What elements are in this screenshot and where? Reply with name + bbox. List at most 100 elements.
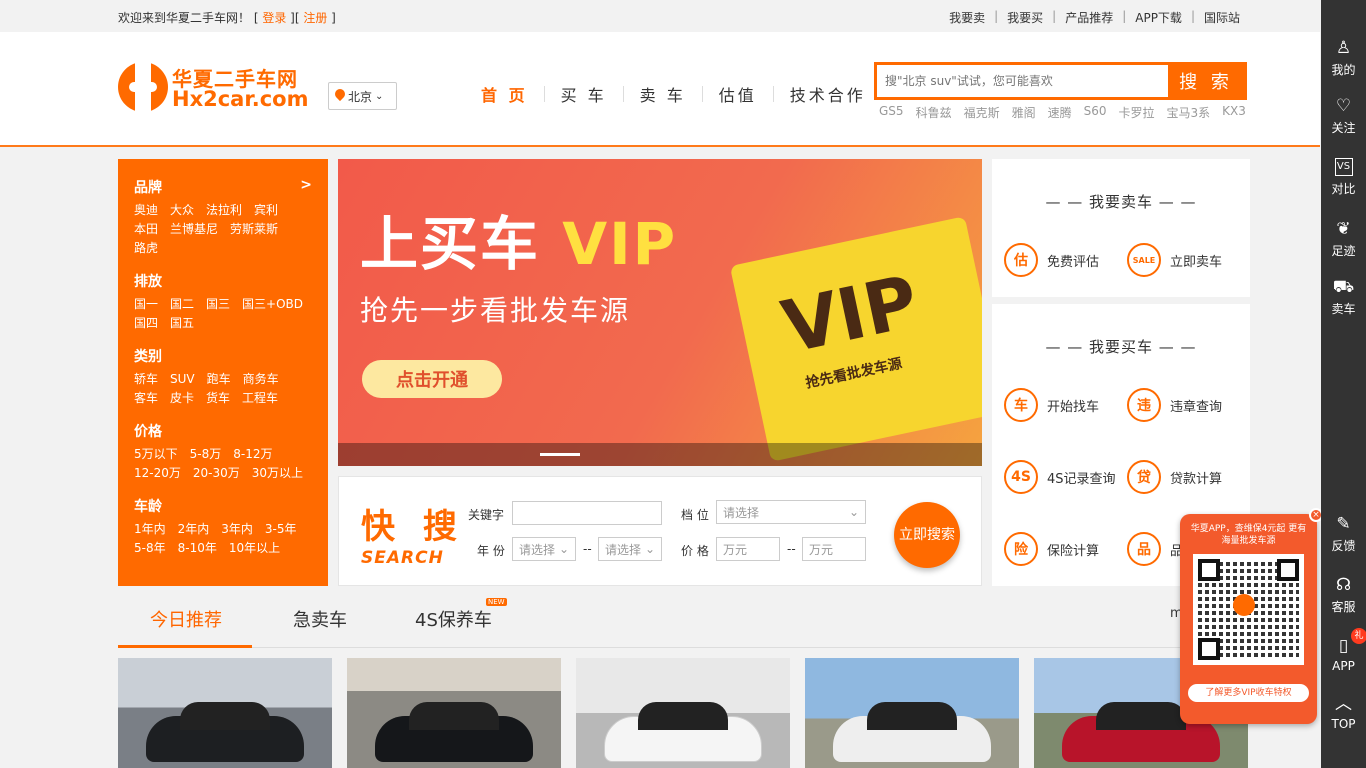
filter-option[interactable]: 国四 — [134, 317, 158, 330]
filter-option[interactable]: 8-10年 — [178, 542, 217, 555]
filter-option[interactable]: 国二 — [170, 298, 194, 311]
rail-follow[interactable]: ♡ 关注 — [1321, 96, 1366, 136]
filter-option[interactable]: 跑车 — [207, 373, 231, 386]
rail-feedback[interactable]: ✎ 反馈 — [1321, 514, 1366, 554]
hotword[interactable]: GS5 — [879, 104, 904, 121]
filter-option[interactable]: 国三 — [206, 298, 230, 311]
loan-calc-link[interactable]: 贷贷款计算 — [1127, 460, 1222, 494]
filter-option[interactable]: 5-8年 — [134, 542, 166, 555]
hotword[interactable]: 宝马3系 — [1167, 104, 1211, 121]
car-card[interactable] — [805, 658, 1019, 768]
register-link[interactable]: 注册 — [303, 11, 327, 25]
find-car-link[interactable]: 车开始找车 — [1004, 388, 1099, 422]
user-icon: ♙ — [1335, 38, 1352, 58]
filter-option[interactable]: 皮卡 — [170, 392, 194, 405]
qr-footer-button[interactable]: 了解更多VIP收车特权 — [1188, 684, 1309, 702]
rail-top[interactable]: ︿ TOP — [1321, 694, 1366, 731]
hotword[interactable]: 速腾 — [1048, 104, 1072, 121]
nav-sell[interactable]: 卖 车 — [624, 82, 702, 106]
filter-option[interactable]: 5万以下 — [134, 448, 178, 461]
filter-option[interactable]: 10年以上 — [229, 542, 280, 555]
filter-option[interactable]: 国一 — [134, 298, 158, 311]
hotword[interactable]: 福克斯 — [964, 104, 1000, 121]
filter-option[interactable]: SUV — [170, 373, 195, 386]
filter-option[interactable]: 2年内 — [178, 523, 210, 536]
tab-urgent-sale[interactable]: 急卖车 — [293, 606, 347, 632]
rail-footprint[interactable]: ❦ 足迹 — [1321, 219, 1366, 259]
filter-option[interactable]: 5-8万 — [190, 448, 222, 461]
city-selector[interactable]: 北京 ⌄ — [328, 82, 397, 110]
top-link-app[interactable]: APP下载 — [1135, 9, 1182, 26]
filter-option[interactable]: 3-5年 — [265, 523, 297, 536]
filter-option[interactable]: 20-30万 — [193, 467, 240, 480]
filter-option[interactable]: 国五 — [170, 317, 194, 330]
hotword[interactable]: 科鲁兹 — [916, 104, 952, 121]
filter-option[interactable]: 本田 — [134, 223, 158, 236]
hotword[interactable]: 卡罗拉 — [1119, 104, 1155, 121]
insurance-calc-link[interactable]: 险保险计算 — [1004, 532, 1099, 566]
filter-option[interactable]: 宾利 — [254, 204, 278, 217]
site-logo[interactable]: 华夏二手车网 Hx2car.com — [118, 62, 318, 112]
rail-app[interactable]: 礼 ▯ APP — [1321, 628, 1366, 673]
filter-option[interactable]: 30万以上 — [252, 467, 303, 480]
filter-option[interactable]: 12-20万 — [134, 467, 181, 480]
gear-select[interactable]: 请选择 ⌄ — [716, 500, 866, 524]
nav-home[interactable]: 首 页 — [465, 82, 544, 106]
violation-query-link[interactable]: 违违章查询 — [1127, 388, 1222, 422]
login-link[interactable]: 登录 — [262, 11, 286, 25]
filter-option[interactable]: 法拉利 — [206, 204, 242, 217]
price-to-input[interactable]: 万元 — [802, 537, 866, 561]
tab-today-recommend[interactable]: 今日推荐 — [150, 606, 222, 632]
filter-option[interactable]: 工程车 — [242, 392, 278, 405]
rail-sell[interactable]: ⛟ 卖车 — [1321, 277, 1366, 317]
year-to-select[interactable]: 请选择 ⌄ — [598, 537, 662, 561]
logo-text-en: Hx2car.com — [172, 87, 309, 111]
filter-option[interactable]: 轿车 — [134, 373, 158, 386]
filter-option[interactable]: 国三+OBD — [242, 298, 303, 311]
banner-cta-button[interactable]: 点击开通 — [362, 360, 502, 398]
logo-mark-icon — [118, 62, 168, 112]
filter-option[interactable]: 大众 — [170, 204, 194, 217]
top-link-buy[interactable]: 我要买 — [1007, 9, 1043, 26]
filter-option[interactable]: 奥迪 — [134, 204, 158, 217]
hotword[interactable]: S60 — [1084, 104, 1107, 121]
filter-option[interactable]: 客车 — [134, 392, 158, 405]
more-arrow-icon[interactable]: > — [300, 177, 312, 197]
filter-option[interactable]: 货车 — [206, 392, 230, 405]
hotword[interactable]: 雅阁 — [1012, 104, 1036, 121]
rail-my[interactable]: ♙ 我的 — [1321, 38, 1366, 78]
filter-option[interactable]: 兰博基尼 — [170, 223, 218, 236]
car-card[interactable] — [576, 658, 790, 768]
rail-compare[interactable]: VS 对比 — [1321, 158, 1366, 197]
filter-option[interactable]: 8-12万 — [233, 448, 272, 461]
hotword[interactable]: KX3 — [1222, 104, 1246, 121]
carousel-dot[interactable] — [540, 453, 580, 456]
year-from-select[interactable]: 请选择 ⌄ — [512, 537, 576, 561]
tab-4s-maintained[interactable]: 4S保养车 — [415, 606, 492, 632]
top-link-international[interactable]: 国际站 — [1204, 9, 1240, 26]
quick-search-button[interactable]: 立即搜索 — [894, 502, 960, 568]
rail-service[interactable]: ☊ 客服 — [1321, 575, 1366, 615]
product-link[interactable]: 品品 — [1127, 532, 1183, 566]
nav-tech-cooperation[interactable]: 技术合作 — [774, 82, 882, 106]
nav-buy[interactable]: 买 车 — [545, 82, 623, 106]
filter-option[interactable]: 1年内 — [134, 523, 166, 536]
sell-now-link[interactable]: SALE 立即卖车 — [1127, 243, 1222, 277]
filter-option[interactable]: 3年内 — [221, 523, 253, 536]
search-input[interactable] — [877, 65, 1168, 97]
free-valuation-link[interactable]: 估免费评估 — [1004, 243, 1099, 277]
car-card[interactable] — [118, 658, 332, 768]
top-link-products[interactable]: 产品推荐 — [1065, 9, 1113, 26]
keyword-input[interactable] — [512, 501, 662, 525]
search-button[interactable]: 搜 索 — [1168, 65, 1244, 97]
top-links: 我要卖 | 我要买 | 产品推荐 | APP下载 | 国际站 — [949, 9, 1240, 26]
top-link-sell[interactable]: 我要卖 — [949, 9, 985, 26]
filter-option[interactable]: 劳斯莱斯 — [230, 223, 278, 236]
vip-banner[interactable]: 上买车 VIP 抢先一步看批发车源 点击开通 VIP 抢先看批发车源 — [338, 159, 982, 466]
filter-option[interactable]: 商务车 — [243, 373, 279, 386]
4s-record-link[interactable]: 4S 4S记录查询 — [1004, 460, 1116, 494]
nav-valuation[interactable]: 估值 — [703, 82, 773, 106]
price-from-input[interactable]: 万元 — [716, 537, 780, 561]
filter-option[interactable]: 路虎 — [134, 242, 158, 255]
car-card[interactable] — [347, 658, 561, 768]
